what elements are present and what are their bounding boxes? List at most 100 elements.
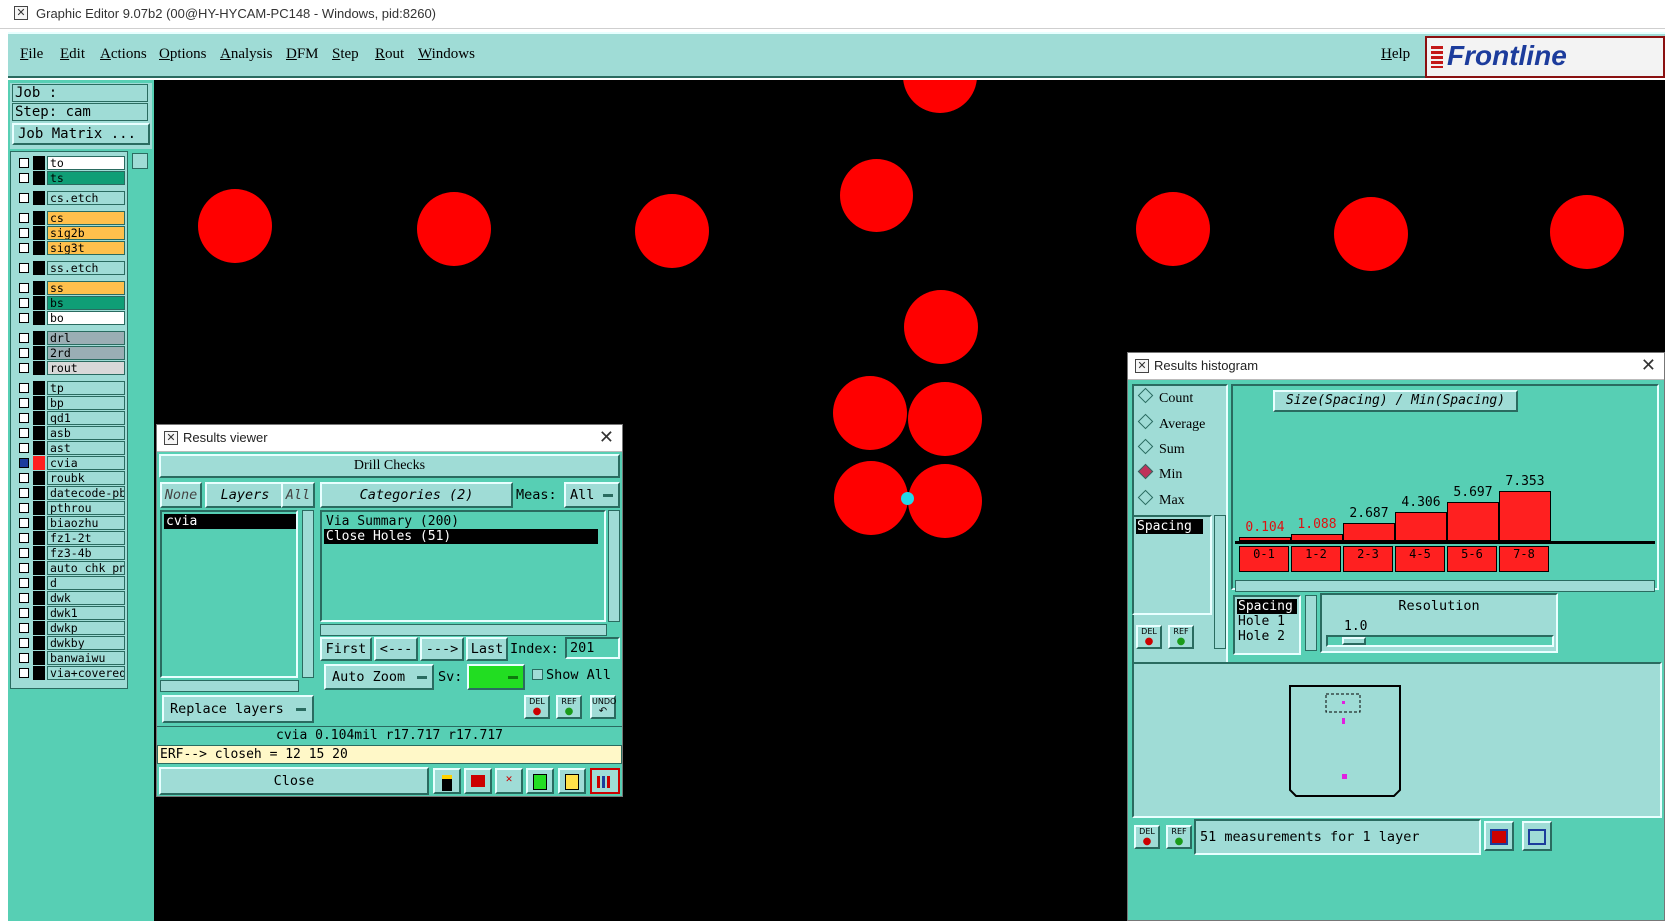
layer-checkbox[interactable] [19, 563, 29, 573]
layer-row-rout[interactable]: rout [15, 361, 125, 375]
menu-file[interactable]: File [20, 46, 43, 63]
next-button[interactable]: ---> [420, 637, 464, 661]
hist-ref-button[interactable]: REF ● [1168, 625, 1194, 649]
hist-del-button[interactable]: DEL ● [1136, 625, 1162, 649]
radio-max[interactable]: Max [1137, 489, 1185, 509]
menu-windows[interactable]: Windows [418, 46, 475, 63]
histogram-bar[interactable] [1343, 523, 1395, 541]
layer-checkbox[interactable] [19, 548, 29, 558]
layers-button[interactable]: Layers [205, 482, 285, 508]
layer-name[interactable]: pthrou [47, 501, 125, 515]
layer-name[interactable]: ss [47, 281, 125, 295]
layer-name[interactable]: sig2b [47, 226, 125, 240]
layer-row-dwk[interactable]: dwk [15, 591, 125, 605]
layer-name[interactable]: dwkby [47, 636, 125, 650]
list-item[interactable]: cvia [164, 514, 296, 529]
layer-row-bp[interactable]: bp [15, 396, 125, 410]
histogram-bar[interactable] [1395, 512, 1447, 541]
layer-row-pthrou[interactable]: pthrou [15, 501, 125, 515]
layer-name[interactable]: bo [47, 311, 125, 325]
radio-sum[interactable]: Sum [1137, 438, 1185, 458]
layer-row-to[interactable]: to [15, 156, 125, 170]
menu-rout[interactable]: Rout [375, 46, 404, 63]
layer-checkbox[interactable] [19, 243, 29, 253]
resolution-slider[interactable] [1326, 635, 1554, 647]
layer-checkbox[interactable] [19, 158, 29, 168]
shape-tool-icon[interactable] [433, 768, 461, 794]
menu-help[interactable]: Help [1381, 46, 1410, 63]
layer-name[interactable]: cs [47, 211, 125, 225]
layer-name[interactable]: bp [47, 396, 125, 410]
list-item[interactable]: Spacing [1136, 519, 1203, 534]
layer-name[interactable]: to [47, 156, 125, 170]
radio-min[interactable]: Min [1137, 463, 1182, 483]
layer-row-datecode-pbe[interactable]: datecode-pbe [15, 486, 125, 500]
menu-analysis[interactable]: Analysis [220, 46, 273, 63]
layer-checkbox[interactable] [19, 313, 29, 323]
scroll-up-arrow-icon[interactable] [132, 153, 148, 169]
layer-checkbox[interactable] [19, 623, 29, 633]
histogram-icon[interactable] [590, 768, 620, 794]
job-matrix-button[interactable]: Job Matrix ... [12, 123, 150, 145]
size-list-vscroll[interactable] [1305, 595, 1317, 651]
compare-icon[interactable] [526, 768, 554, 794]
layer-checkbox[interactable] [19, 213, 29, 223]
undo-button[interactable]: UNDO ↶ [590, 695, 616, 719]
menu-options[interactable]: Options [159, 46, 207, 63]
layer-name[interactable]: biaozhu [47, 516, 125, 530]
layer-name[interactable]: ts [47, 171, 125, 185]
list-item[interactable]: Close Holes (51) [324, 529, 598, 544]
layer-name[interactable]: roubk [47, 471, 125, 485]
layer-name[interactable]: 2rd [47, 346, 125, 360]
layer-name[interactable]: asb [47, 426, 125, 440]
histogram-bar[interactable] [1499, 491, 1551, 541]
notes-icon[interactable] [558, 768, 586, 794]
layer-checkbox[interactable] [19, 593, 29, 603]
layer-row-sig2b[interactable]: sig2b [15, 226, 125, 240]
layer-checkbox[interactable] [19, 488, 29, 498]
layer-row-2rd[interactable]: 2rd [15, 346, 125, 360]
layer-name[interactable]: cvia [47, 456, 125, 470]
report-icon[interactable] [464, 768, 492, 794]
layer-checkbox[interactable] [19, 228, 29, 238]
histogram-bar[interactable] [1447, 502, 1499, 541]
histogram-bin-label[interactable]: 2-3 [1343, 546, 1393, 572]
layer-checkbox[interactable] [19, 263, 29, 273]
layer-name[interactable]: tp [47, 381, 125, 395]
measure-list-vscroll[interactable] [1214, 515, 1226, 649]
first-button[interactable]: First [320, 637, 372, 661]
layer-name[interactable]: rout [47, 361, 125, 375]
none-button[interactable]: None [160, 482, 202, 508]
layer-row-cs-etch[interactable]: cs.etch [15, 191, 125, 205]
layer-row-d[interactable]: d [15, 576, 125, 590]
close-icon[interactable]: ✕ [1641, 355, 1656, 376]
list-item[interactable]: Spacing [1237, 599, 1297, 614]
menu-actions[interactable]: Actions [100, 46, 147, 63]
zoom-window-icon[interactable] [1484, 821, 1514, 851]
radio-average[interactable]: Average [1137, 413, 1205, 433]
layer-row-drl[interactable]: drl [15, 331, 125, 345]
layer-name[interactable]: cs.etch [47, 191, 125, 205]
layer-row-banwaiwu[interactable]: banwaiwu [15, 651, 125, 665]
layer-name[interactable]: drl [47, 331, 125, 345]
layer-checkbox[interactable] [19, 533, 29, 543]
menu-edit[interactable]: Edit [60, 46, 85, 63]
categories-list-vscroll[interactable] [608, 510, 620, 622]
layer-checkbox[interactable] [19, 173, 29, 183]
error-marker[interactable] [901, 492, 914, 505]
layer-row-fz3-4b[interactable]: fz3-4b [15, 546, 125, 560]
close-icon[interactable]: ✕ [599, 427, 614, 448]
layer-row-via-covered[interactable]: via+covered [15, 666, 125, 680]
layer-row-dwk1[interactable]: dwk1 [15, 606, 125, 620]
list-item[interactable]: Via Summary (200) [324, 514, 602, 529]
layer-name[interactable]: auto_chk_pn [47, 561, 125, 575]
layer-checkbox[interactable] [19, 193, 29, 203]
layer-checkbox[interactable] [19, 518, 29, 528]
layer-row-ss[interactable]: ss [15, 281, 125, 295]
histogram-bin-label[interactable]: 0-1 [1239, 546, 1289, 572]
slider-thumb[interactable] [1342, 637, 1366, 645]
layer-checkbox[interactable] [19, 298, 29, 308]
previous-button[interactable]: <--- [374, 637, 418, 661]
layer-name[interactable]: via+covered [47, 666, 125, 680]
meas-dropdown[interactable]: All [564, 482, 620, 508]
